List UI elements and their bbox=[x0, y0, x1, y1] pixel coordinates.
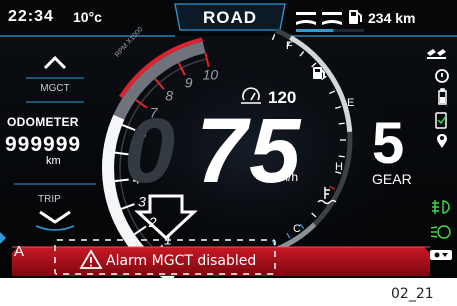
odometer-label: ODOMETER bbox=[7, 115, 79, 129]
menu-key-icon[interactable] bbox=[430, 250, 452, 260]
figure-caption: 02_21 bbox=[391, 286, 434, 302]
trip-label: TRIP bbox=[38, 194, 61, 205]
tach-tick-label: 10 bbox=[203, 67, 219, 83]
cruise-speed: 120 bbox=[268, 88, 297, 107]
gear-value: 5 bbox=[372, 111, 405, 176]
ride-mode-label[interactable]: ROAD bbox=[200, 9, 260, 26]
temp-high-label: H bbox=[335, 161, 343, 173]
odometer-value: 999999 bbox=[5, 133, 82, 156]
gauge-tick bbox=[338, 122, 345, 125]
fuel-empty-label: E bbox=[347, 97, 355, 109]
gauge-tick bbox=[338, 155, 345, 158]
fuel-range-value: 234 km bbox=[368, 10, 416, 26]
clock: 22:34 bbox=[8, 8, 54, 25]
side-letter: A bbox=[14, 243, 25, 260]
range-bar-fill bbox=[296, 29, 334, 32]
speed-ghost-digit: 0 bbox=[124, 100, 176, 202]
mgct-label: MGCT bbox=[40, 83, 70, 94]
gear-label: GEAR bbox=[372, 171, 412, 187]
caption-strip bbox=[0, 278, 457, 306]
ambient-temperature: 10°c bbox=[73, 9, 102, 25]
temp-cold-label: C bbox=[293, 223, 301, 235]
alarm-message: Alarm MGCT disabled bbox=[106, 253, 257, 269]
tach-tick-label: 9 bbox=[185, 74, 193, 90]
fuel-full-label: F bbox=[286, 40, 293, 52]
speed-unit: km/h bbox=[272, 170, 299, 184]
odometer-unit: km bbox=[46, 155, 61, 167]
